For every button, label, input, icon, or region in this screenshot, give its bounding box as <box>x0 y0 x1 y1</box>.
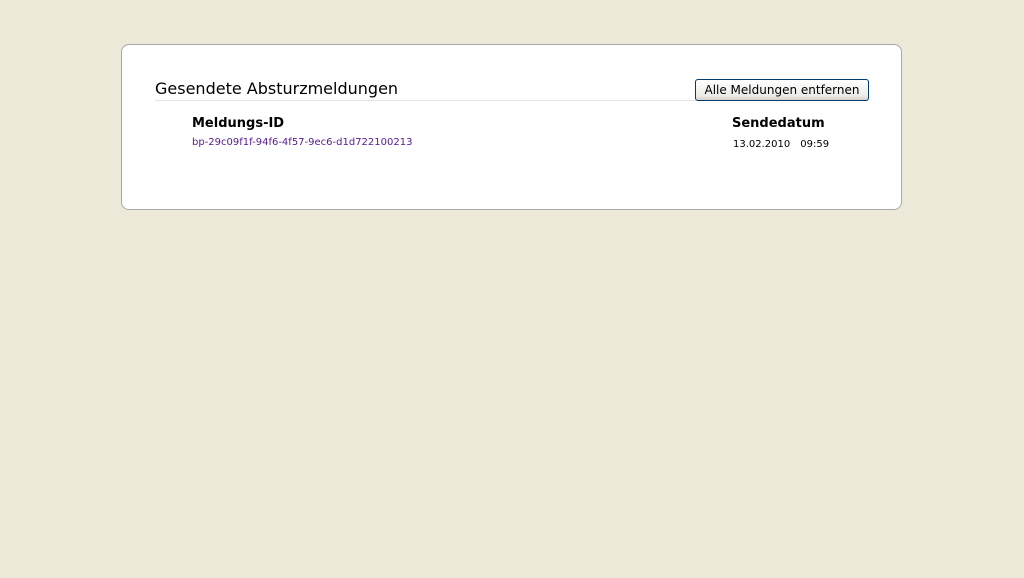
crash-reports-panel: Gesendete Absturzmeldungen Alle Meldunge… <box>121 44 902 210</box>
remove-all-reports-button[interactable]: Alle Meldungen entfernen <box>695 79 869 101</box>
report-date-day: 13.02.2010 <box>733 139 791 150</box>
page-title: Gesendete Absturzmeldungen <box>155 79 399 98</box>
report-date-time: 09:59 <box>800 139 830 150</box>
column-header-report-id: Meldungs-ID <box>192 116 285 131</box>
report-id-link[interactable]: bp-29c09f1f-94f6-4f57-9ec6-d1d722100213 <box>192 137 412 148</box>
report-date: 13.02.2010 09:59 <box>733 139 829 150</box>
column-header-submit-date: Sendedatum <box>732 116 825 131</box>
